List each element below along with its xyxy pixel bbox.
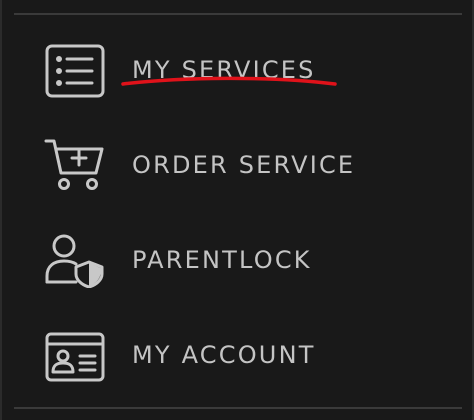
top-divider [14,13,462,15]
navigation-panel: MY SERVICES ORDER SERVICE PARENTLOCK MY … [0,0,474,420]
list-icon [44,44,106,100]
bottom-divider [14,407,462,409]
menu-item-my-account[interactable]: MY ACCOUNT [2,325,474,415]
menu-item-parentlock[interactable]: PARENTLOCK [2,230,474,320]
menu-item-label: PARENTLOCK [132,246,312,274]
annotation-underline [121,76,337,86]
menu-item-label: MY ACCOUNT [132,341,316,369]
id-card-icon [44,330,106,386]
cart-plus-icon [44,137,106,193]
menu-item-label: ORDER SERVICE [132,151,356,179]
user-shield-icon [44,232,106,288]
menu-item-order-service[interactable]: ORDER SERVICE [2,135,474,225]
